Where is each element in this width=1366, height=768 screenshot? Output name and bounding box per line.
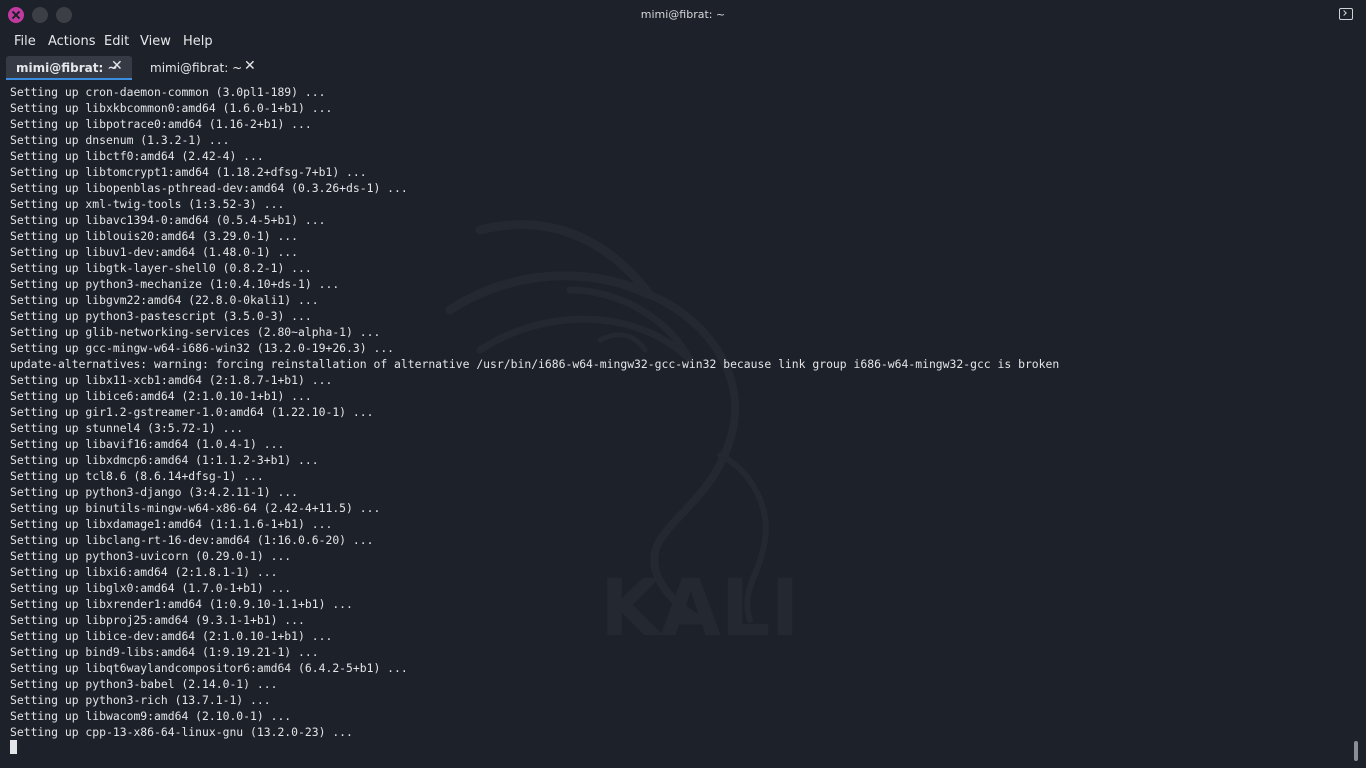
terminal-line: Setting up python3-mechanize (1:0.4.10+d… <box>10 277 340 291</box>
tab-close-icon[interactable]: ✕ <box>111 59 123 73</box>
terminal-line: Setting up libx11-xcb1:amd64 (2:1.8.7-1+… <box>10 373 333 387</box>
menu-file[interactable]: File <box>14 34 36 49</box>
terminal-line: Setting up libclang-rt-16-dev:amd64 (1:1… <box>10 533 374 547</box>
terminal-line: Setting up libxkbcommon0:amd64 (1.6.0-1+… <box>10 101 333 115</box>
tab-close-icon[interactable]: ✕ <box>244 59 256 73</box>
terminal-line: Setting up dnsenum (1.3.2-1) ... <box>10 133 230 147</box>
terminal-icon[interactable] <box>1339 8 1353 20</box>
terminal-line: Setting up libice-dev:amd64 (2:1.0.10-1+… <box>10 629 333 643</box>
terminal-line: Setting up xml-twig-tools (1:3.52-3) ... <box>10 197 285 211</box>
tab-bar: mimi@fibrat: ~ ✕ mimi@fibrat: ~ ✕ <box>0 54 1366 80</box>
window-title: mimi@fibrat: ~ <box>640 8 726 21</box>
menu-bar: File Actions Edit View Help <box>0 30 1366 54</box>
terminal-line: Setting up binutils-mingw-w64-x86-64 (2.… <box>10 501 381 515</box>
terminal-window: mimi@fibrat: ~ File Actions Edit View He… <box>0 0 1366 768</box>
terminal-line: Setting up libtomcrypt1:amd64 (1.18.2+df… <box>10 165 367 179</box>
menu-edit[interactable]: Edit <box>104 34 129 49</box>
terminal-line: Setting up python3-pastescript (3.5.0-3)… <box>10 309 312 323</box>
terminal-line: Setting up libctf0:amd64 (2.42-4) ... <box>10 149 264 163</box>
terminal-line: Setting up libxrender1:amd64 (1:0.9.10-1… <box>10 597 353 611</box>
tab-label: mimi@fibrat: ~ <box>150 61 243 75</box>
terminal-line: Setting up gcc-mingw-w64-i686-win32 (13.… <box>10 341 395 355</box>
terminal-line: Setting up libproj25:amd64 (9.3.1-1+b1) … <box>10 613 305 627</box>
terminal-line: Setting up libxdmcp6:amd64 (1:1.1.2-3+b1… <box>10 453 319 467</box>
terminal-line: Setting up libxi6:amd64 (2:1.8.1-1) ... <box>10 565 278 579</box>
tab-terminal-2[interactable]: mimi@fibrat: ~ ✕ <box>140 56 266 80</box>
terminal-line: Setting up libgvm22:amd64 (22.8.0-0kali1… <box>10 293 319 307</box>
terminal-line: Setting up cron-daemon-common (3.0pl1-18… <box>10 85 326 99</box>
tab-terminal-1[interactable]: mimi@fibrat: ~ ✕ <box>6 56 132 80</box>
terminal-line: Setting up python3-uvicorn (0.29.0-1) ..… <box>10 549 292 563</box>
terminal-line: Setting up cpp-13-x86-64-linux-gnu (13.2… <box>10 725 353 739</box>
terminal-output-area[interactable]: KALI Setting up cron-daemon-common (3.0p… <box>0 80 1366 768</box>
terminal-line: Setting up libqt6waylandcompositor6:amd6… <box>10 661 408 675</box>
menu-help[interactable]: Help <box>183 34 213 49</box>
terminal-line: Setting up libglx0:amd64 (1.7.0-1+b1) ..… <box>10 581 292 595</box>
title-bar[interactable]: mimi@fibrat: ~ <box>0 0 1366 30</box>
text-cursor <box>10 740 17 754</box>
terminal-line: Setting up tcl8.6 (8.6.14+dfsg-1) ... <box>10 469 264 483</box>
terminal-line: update-alternatives: warning: forcing re… <box>10 357 1060 371</box>
terminal-line: Setting up python3-django (3:4.2.11-1) .… <box>10 485 299 499</box>
terminal-line: Setting up python3-babel (2.14.0-1) ... <box>10 677 278 691</box>
terminal-line: Setting up libice6:amd64 (2:1.0.10-1+b1)… <box>10 389 312 403</box>
tab-label: mimi@fibrat: ~ <box>16 61 118 75</box>
menu-actions[interactable]: Actions <box>48 34 96 49</box>
terminal-line: Setting up libxdamage1:amd64 (1:1.1.6-1+… <box>10 517 333 531</box>
terminal-line: Setting up libuv1-dev:amd64 (1.48.0-1) .… <box>10 245 299 259</box>
terminal-line: Setting up python3-rich (13.7.1-1) ... <box>10 693 271 707</box>
terminal-line: Setting up libwacom9:amd64 (2.10.0-1) ..… <box>10 709 292 723</box>
terminal-line: Setting up glib-networking-services (2.8… <box>10 325 381 339</box>
terminal-line: Setting up libavif16:amd64 (1.0.4-1) ... <box>10 437 285 451</box>
terminal-line: Setting up bind9-libs:amd64 (1:9.19.21-1… <box>10 645 319 659</box>
terminal-line: Setting up libavc1394-0:amd64 (0.5.4-5+b… <box>10 213 326 227</box>
terminal-line: Setting up stunnel4 (3:5.72-1) ... <box>10 421 244 435</box>
terminal-line: Setting up libopenblas-pthread-dev:amd64… <box>10 181 408 195</box>
terminal-line: Setting up libgtk-layer-shell0 (0.8.2-1)… <box>10 261 312 275</box>
terminal-output: Setting up cron-daemon-common (3.0pl1-18… <box>10 84 1340 740</box>
menu-view[interactable]: View <box>140 34 171 49</box>
scrollbar-thumb[interactable] <box>1354 741 1358 761</box>
terminal-line: Setting up gir1.2-gstreamer-1.0:amd64 (1… <box>10 405 374 419</box>
terminal-line: Setting up liblouis20:amd64 (3.29.0-1) .… <box>10 229 299 243</box>
terminal-line: Setting up libpotrace0:amd64 (1.16-2+b1)… <box>10 117 312 131</box>
